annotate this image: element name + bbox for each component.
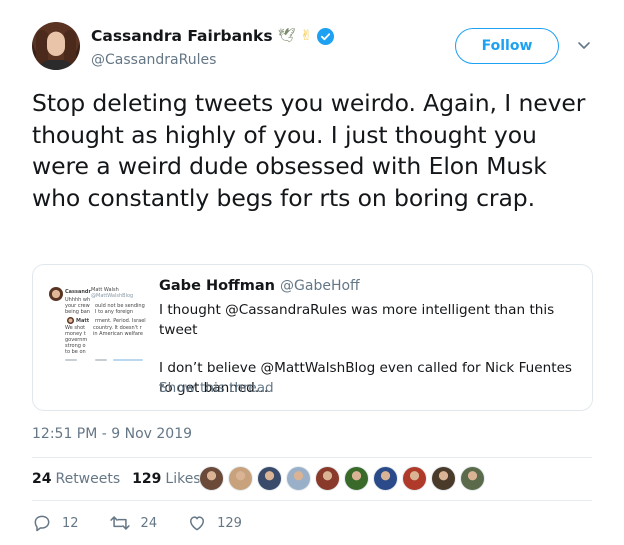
liker-avatar[interactable]	[228, 466, 253, 491]
reply-count: 12	[62, 515, 79, 531]
liker-avatar[interactable]	[257, 466, 282, 491]
retweet-icon[interactable]	[109, 513, 131, 533]
verified-badge-icon	[317, 27, 335, 45]
retweet-count: 24	[140, 515, 158, 531]
show-thread-link[interactable]: Show this thread	[159, 380, 274, 396]
like-action[interactable]: 129	[187, 513, 242, 533]
liker-avatar[interactable]	[373, 466, 398, 491]
thumbnail-text: being ban	[65, 309, 90, 315]
retweet-action[interactable]: 24	[109, 513, 158, 533]
author-avatar[interactable]	[32, 22, 80, 70]
chevron-down-icon[interactable]	[575, 36, 593, 54]
quoted-paragraph: I thought @CassandraRules was more intel…	[159, 302, 555, 338]
tweet-header: Cassandra Fairbanks 🕊 ✌ @CassandraRules …	[32, 22, 602, 74]
victory-hand-emoji-icon: ✌	[300, 28, 313, 44]
retweets-count[interactable]: 24	[32, 471, 51, 487]
like-count: 129	[217, 515, 242, 531]
quoted-tweet-card[interactable]: Cassandr Matt Walsh @MattWalshBlog Uhhhh…	[32, 264, 593, 411]
thumbnail-text: in American welfare	[93, 331, 143, 337]
liker-avatar[interactable]	[460, 466, 485, 491]
heart-icon[interactable]	[187, 513, 207, 533]
author-handle[interactable]: @CassandraRules	[91, 52, 334, 68]
tweet-text: Stop deleting tweets you weirdo. Again, …	[32, 89, 586, 212]
retweets-label[interactable]: Retweets	[55, 471, 120, 487]
quoted-tweet-thumbnail: Cassandr Matt Walsh @MattWalshBlog Uhhhh…	[47, 279, 158, 391]
reply-action[interactable]: 12	[32, 513, 79, 533]
tweet-timestamp[interactable]: 12:51 PM - 9 Nov 2019	[32, 426, 192, 442]
thumbnail-text: @MattWalshBlog	[91, 293, 134, 299]
liker-avatar[interactable]	[286, 466, 311, 491]
divider	[32, 457, 592, 458]
liker-avatar[interactable]	[402, 466, 427, 491]
thumbnail-small-avatar	[67, 317, 74, 324]
quoted-author-handle[interactable]: @GabeHoff	[280, 278, 360, 294]
author-display-name[interactable]: Cassandra Fairbanks	[91, 27, 273, 45]
thumbnail-text: to be on	[65, 349, 86, 355]
divider	[32, 500, 592, 501]
thumbnail-text: Matt	[76, 318, 90, 324]
thumbnail-text: Cassandr	[65, 289, 91, 295]
thumbnail-divider	[65, 359, 77, 361]
thumbnail-text: I to any foreign	[95, 309, 134, 315]
tweet-actions: 12 24 129	[32, 513, 272, 533]
reply-icon[interactable]	[32, 513, 52, 533]
liker-avatar[interactable]	[315, 466, 340, 491]
thumbnail-avatar	[49, 287, 63, 301]
liker-avatars	[199, 466, 489, 492]
author-name-block[interactable]: Cassandra Fairbanks 🕊 ✌ @CassandraRules	[91, 25, 335, 68]
dove-emoji-icon: 🕊	[277, 28, 296, 44]
tweet-stats: 24 Retweets 129 Likes	[32, 465, 201, 493]
liker-avatar[interactable]	[199, 466, 224, 491]
liker-avatar[interactable]	[431, 466, 456, 491]
follow-button[interactable]: Follow	[455, 28, 559, 64]
thumbnail-text: rment. Period. Israel	[95, 318, 146, 324]
thumbnail-divider	[113, 359, 143, 361]
quoted-author[interactable]: Gabe Hoffman @GabeHoff	[159, 278, 360, 294]
likes-count[interactable]: 129	[132, 471, 161, 487]
likes-label[interactable]: Likes	[165, 471, 200, 487]
liker-avatar[interactable]	[344, 466, 369, 491]
thumbnail-divider	[95, 359, 107, 361]
quoted-author-name[interactable]: Gabe Hoffman	[159, 278, 275, 294]
